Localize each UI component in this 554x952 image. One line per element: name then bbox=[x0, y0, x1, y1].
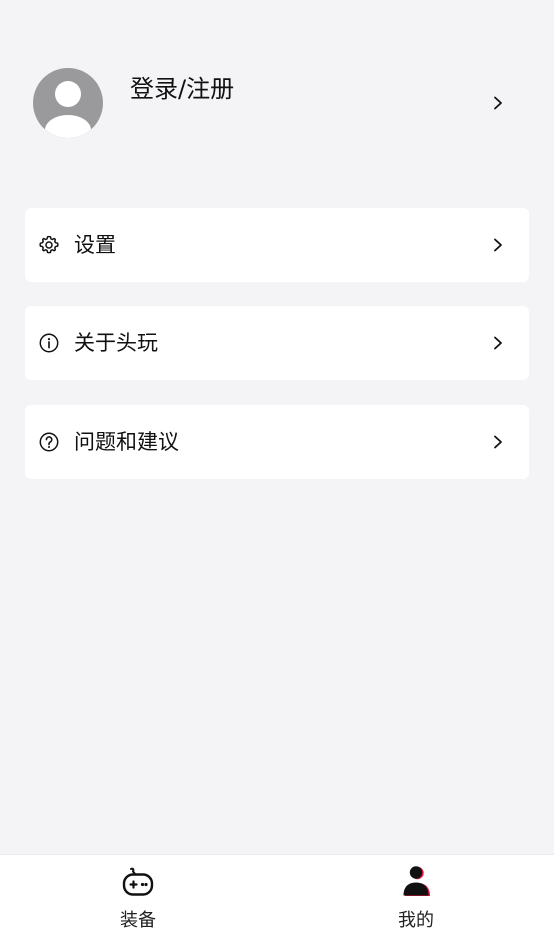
tab-label: 装备 bbox=[120, 910, 156, 931]
menu-item-feedback[interactable]: 问题和建议 bbox=[25, 405, 529, 479]
profile-page: 登录/注册 设置 关于头玩 问题和建议 装备 我的 bbox=[0, 0, 554, 952]
menu-item-label: 关于头玩 bbox=[74, 331, 158, 355]
menu-item-label: 问题和建议 bbox=[74, 430, 179, 454]
login-register-label[interactable]: 登录/注册 bbox=[130, 74, 234, 104]
tab-label: 我的 bbox=[398, 910, 434, 931]
login-register-row[interactable]: 登录/注册 bbox=[0, 0, 554, 170]
chevron-right-icon bbox=[491, 336, 505, 350]
chevron-right-icon bbox=[491, 96, 505, 110]
info-icon bbox=[38, 332, 60, 354]
menu-item-settings[interactable]: 设置 bbox=[25, 208, 529, 282]
menu-item-about[interactable]: 关于头玩 bbox=[25, 306, 529, 380]
gear-icon bbox=[38, 234, 60, 256]
gamepad-icon bbox=[120, 863, 156, 899]
avatar[interactable] bbox=[33, 68, 103, 138]
avatar-person-icon bbox=[45, 81, 91, 138]
question-icon bbox=[38, 431, 60, 453]
tab-equipment[interactable]: 装备 bbox=[68, 855, 208, 952]
menu-item-label: 设置 bbox=[74, 233, 116, 257]
person-icon bbox=[398, 863, 434, 899]
chevron-right-icon bbox=[491, 435, 505, 449]
tab-mine[interactable]: 我的 bbox=[346, 855, 486, 952]
bottom-tab-bar: 装备 我的 bbox=[0, 854, 554, 952]
chevron-right-icon bbox=[491, 238, 505, 252]
